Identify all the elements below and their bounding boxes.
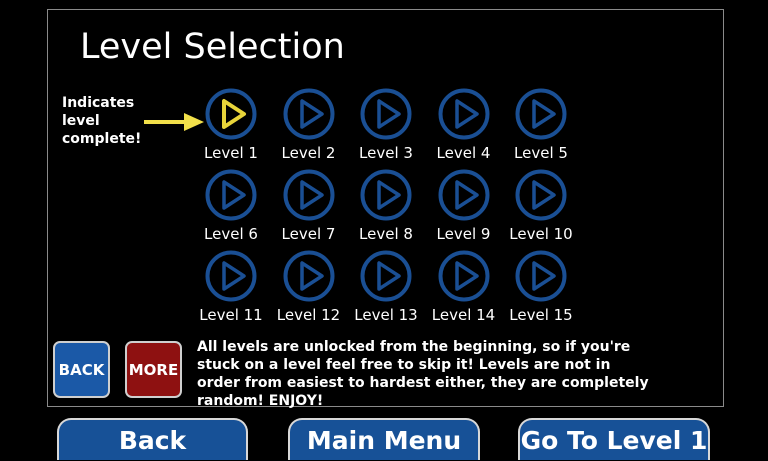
level-label: Level 8 <box>359 225 413 243</box>
level-label: Level 7 <box>281 225 336 243</box>
play-icon <box>515 250 567 302</box>
more-button[interactable]: MORE <box>125 341 182 398</box>
level-11-button[interactable]: Level 11 <box>193 250 269 328</box>
go-to-level-button[interactable]: Go To Level 1 <box>518 418 710 460</box>
play-icon <box>515 88 567 140</box>
level-label: Level 14 <box>431 306 496 324</box>
level-10-button[interactable]: Level 10 <box>503 169 579 247</box>
level-label: Level 11 <box>199 306 263 324</box>
play-icon <box>205 250 257 302</box>
level-label: Level 2 <box>281 144 336 162</box>
level-14-button[interactable]: Level 14 <box>426 250 502 328</box>
play-icon <box>360 169 412 221</box>
level-2-button[interactable]: Level 2 <box>271 88 347 166</box>
level-8-button[interactable]: Level 8 <box>348 169 424 247</box>
play-icon <box>283 88 334 140</box>
level-1-button[interactable]: Level 1 <box>193 88 269 166</box>
play-icon <box>438 250 489 302</box>
play-icon <box>283 169 334 221</box>
level-label: Level 1 <box>204 144 258 162</box>
level-label: Level 5 <box>514 144 568 162</box>
play-complete-icon <box>205 88 257 140</box>
level-6-button[interactable]: Level 6 <box>193 169 269 247</box>
level-label: Level 4 <box>436 144 491 162</box>
play-icon <box>438 169 489 221</box>
level-12-button[interactable]: Level 12 <box>271 250 347 328</box>
play-icon <box>283 250 334 302</box>
level-13-button[interactable]: Level 13 <box>348 250 424 328</box>
play-icon <box>515 169 567 221</box>
main-menu-button[interactable]: Main Menu <box>288 418 480 460</box>
level-label: Level 15 <box>509 306 573 324</box>
page-title: Level Selection <box>80 27 345 67</box>
level-3-button[interactable]: Level 3 <box>348 88 424 166</box>
level-label: Level 12 <box>276 306 341 324</box>
play-icon <box>360 250 412 302</box>
level-label: Level 6 <box>204 225 258 243</box>
back-button[interactable]: Back <box>57 418 248 460</box>
level-4-button[interactable]: Level 4 <box>426 88 502 166</box>
level-7-button[interactable]: Level 7 <box>271 169 347 247</box>
level-9-button[interactable]: Level 9 <box>426 169 502 247</box>
level-5-button[interactable]: Level 5 <box>503 88 579 166</box>
info-text: All levels are unlocked from the beginni… <box>197 339 649 409</box>
level-label: Level 9 <box>436 225 491 243</box>
level-label: Level 10 <box>509 225 573 243</box>
play-icon <box>438 88 489 140</box>
back-small-button[interactable]: BACK <box>53 341 110 398</box>
play-icon <box>360 88 412 140</box>
level-label: Level 13 <box>354 306 418 324</box>
level-label: Level 3 <box>359 144 413 162</box>
level-15-button[interactable]: Level 15 <box>503 250 579 328</box>
play-icon <box>205 169 257 221</box>
